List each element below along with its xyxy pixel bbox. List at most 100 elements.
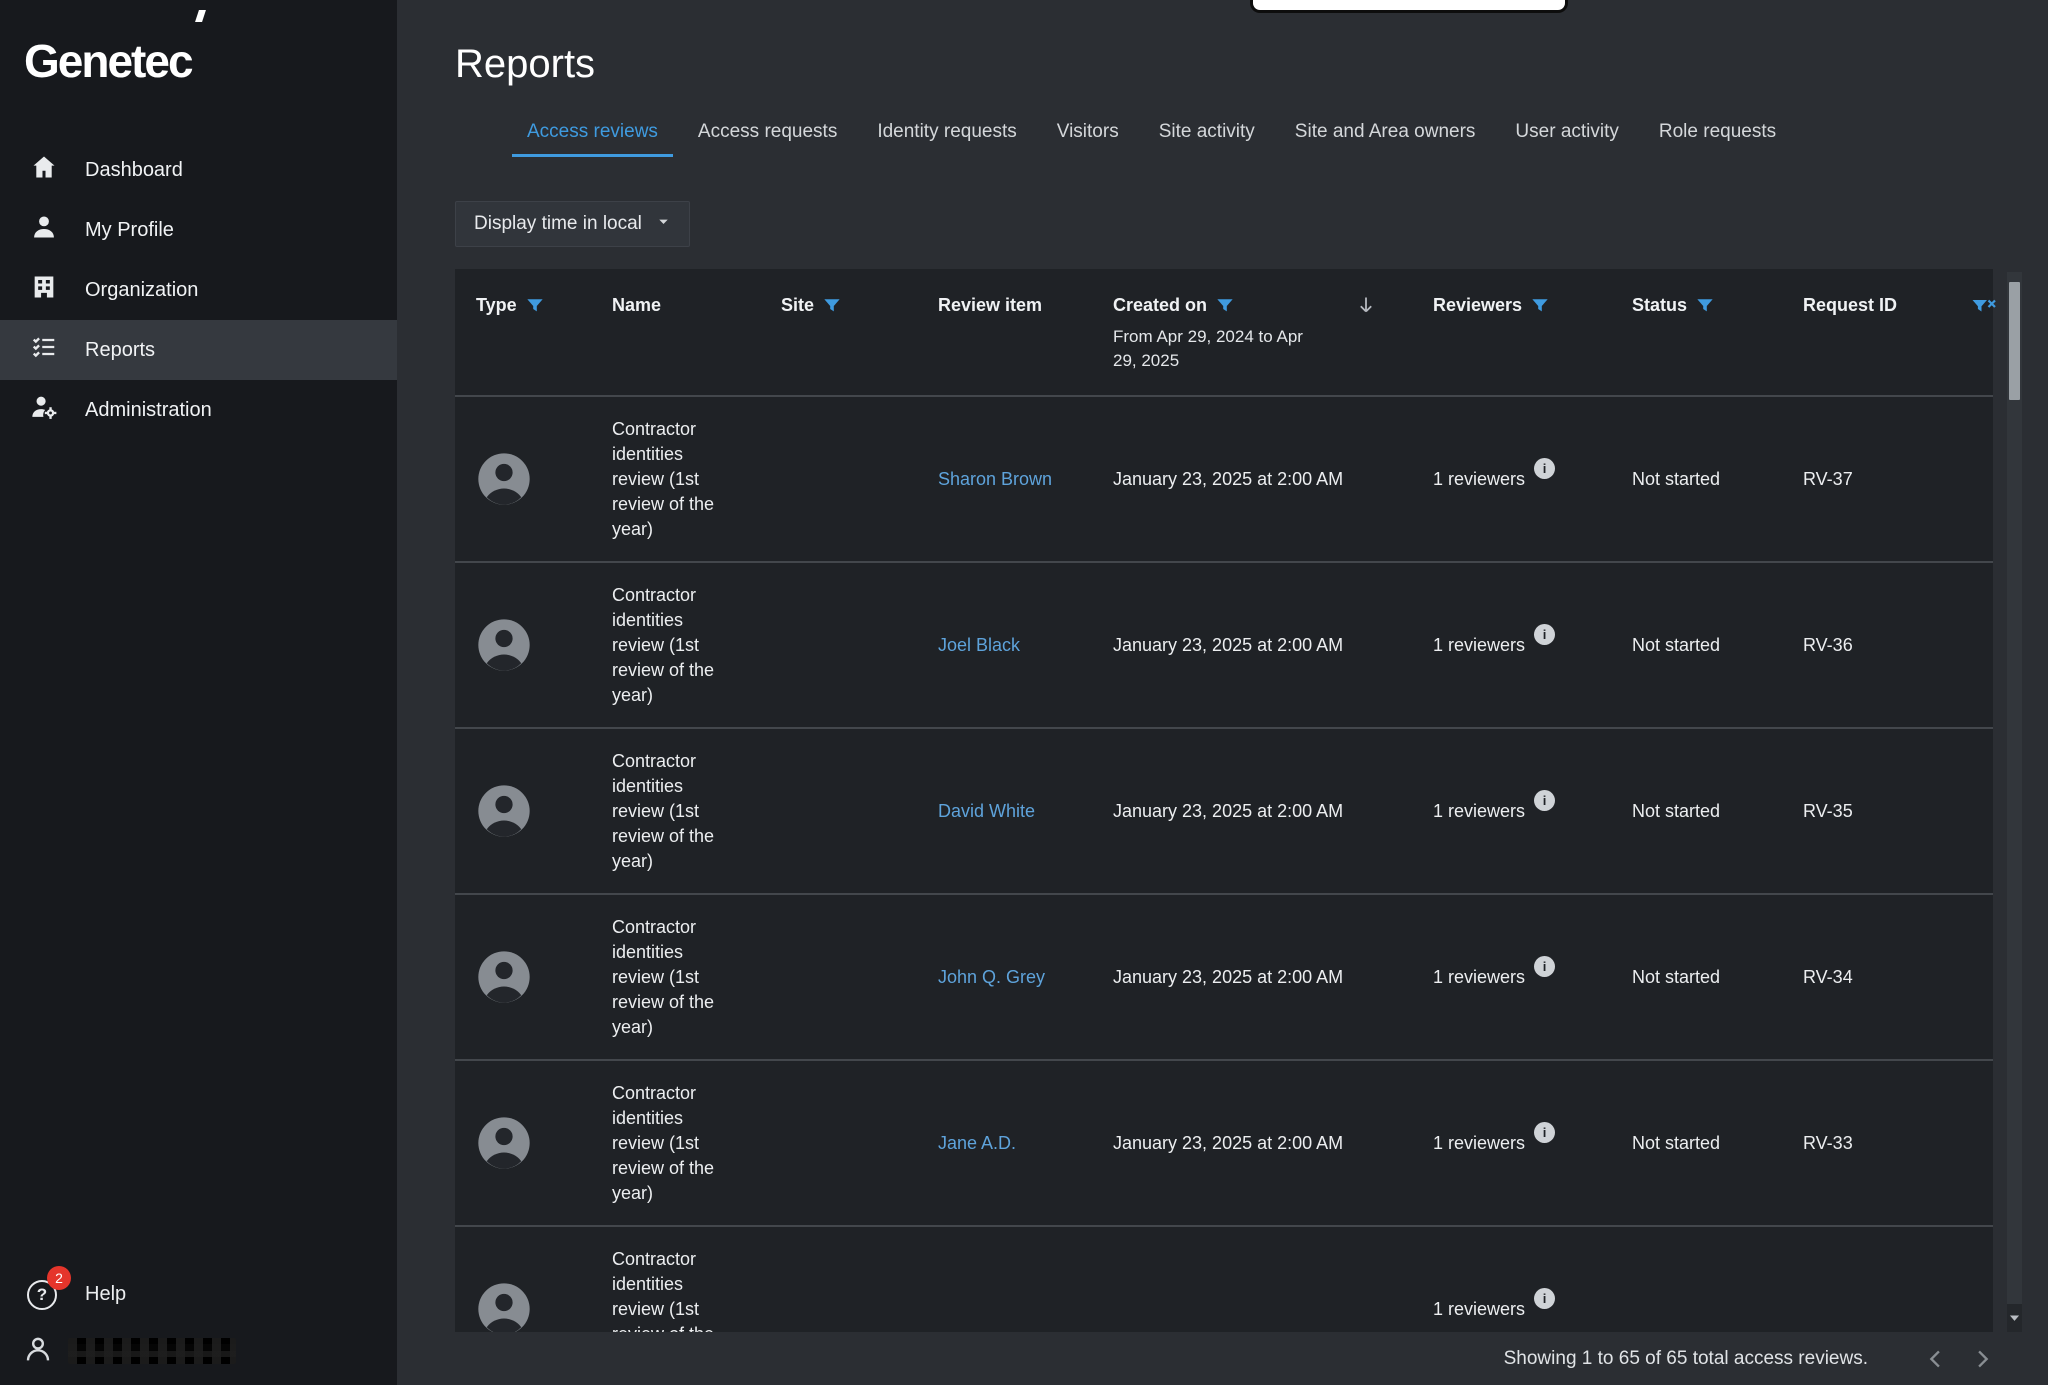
request-id-cell: RV-35	[1782, 801, 1950, 822]
row-type-cell	[455, 949, 591, 1005]
status-cell: Not started	[1611, 469, 1782, 490]
created-on-cell: January 23, 2025 at 2:00 AM	[1092, 635, 1412, 656]
pagination-prev-button[interactable]	[1922, 1345, 1950, 1373]
table-row[interactable]: Contractor identities review (1st review…	[455, 1059, 1993, 1225]
info-icon[interactable]: i	[1534, 458, 1555, 479]
column-header-created-on: Created on From Apr 29, 2024 to Apr 29, …	[1092, 295, 1412, 395]
tab-role-requests[interactable]: Role requests	[1642, 111, 1793, 157]
table-body: Contractor identities review (1st review…	[455, 395, 1993, 1385]
access-reviews-table: Type Name Site Review item	[455, 269, 1993, 1385]
user-account-button[interactable]	[0, 1325, 397, 1385]
display-time-dropdown[interactable]: Display time in local	[455, 201, 690, 247]
genetec-logo: Genetec	[0, 0, 192, 88]
identity-avatar-icon	[476, 1281, 532, 1337]
column-header-request-id: Request ID	[1782, 295, 1950, 395]
review-item-link[interactable]: Sharon Brown	[938, 469, 1052, 489]
info-icon[interactable]: i	[1534, 1122, 1555, 1143]
status-cell: Not started	[1611, 635, 1782, 656]
info-icon[interactable]: i	[1534, 1288, 1555, 1309]
main-content: Reports Access reviews Access requests I…	[397, 0, 2048, 1385]
review-item-link[interactable]: John Q. Grey	[938, 967, 1045, 987]
request-id-cell: RV-34	[1782, 967, 1950, 988]
review-item-cell: Jane A.D.	[917, 1133, 1092, 1154]
column-header-type: Type	[455, 295, 591, 395]
identity-avatar-icon	[476, 617, 532, 673]
filter-icon-created-on[interactable]	[1216, 297, 1234, 315]
clear-filters-icon[interactable]	[1971, 297, 1997, 319]
review-item-cell: John Q. Grey	[917, 967, 1092, 988]
column-header-name: Name	[591, 295, 760, 395]
tab-site-activity[interactable]: Site activity	[1142, 111, 1272, 157]
review-item-link[interactable]: Jane A.D.	[938, 1133, 1016, 1153]
created-on-cell: January 23, 2025 at 2:00 AM	[1092, 469, 1412, 490]
column-header-site: Site	[760, 295, 917, 395]
table-row[interactable]: Contractor identities review (1st review…	[455, 561, 1993, 727]
column-header-status: Status	[1611, 295, 1782, 395]
scrollbar-down-button[interactable]	[2007, 1304, 2022, 1332]
page-title: Reports	[455, 42, 2048, 87]
reviewers-count: 1 reviewers	[1433, 635, 1525, 656]
status-cell: Not started	[1611, 1133, 1782, 1154]
request-id-cell: RV-33	[1782, 1133, 1950, 1154]
reviewers-cell: 1 reviewers i	[1412, 635, 1611, 656]
created-on-cell: January 23, 2025 at 2:00 AM	[1092, 1133, 1412, 1154]
row-type-cell	[455, 783, 591, 839]
table-row[interactable]: Contractor identities review (1st review…	[455, 893, 1993, 1059]
user-avatar-icon	[22, 1333, 54, 1370]
tab-user-activity[interactable]: User activity	[1498, 111, 1635, 157]
review-name: Contractor identities review (1st review…	[591, 749, 760, 874]
sidebar-item-my-profile[interactable]: My Profile	[0, 200, 397, 260]
review-item-cell: Joel Black	[917, 635, 1092, 656]
filter-icon-status[interactable]	[1696, 297, 1714, 315]
sidebar-spacer	[0, 440, 397, 1263]
tab-visitors[interactable]: Visitors	[1040, 111, 1136, 157]
reviewers-count: 1 reviewers	[1433, 1299, 1525, 1320]
status-cell: Not started	[1611, 801, 1782, 822]
request-id-cell: RV-37	[1782, 469, 1950, 490]
reviewers-count: 1 reviewers	[1433, 1133, 1525, 1154]
home-icon	[30, 153, 58, 187]
info-icon[interactable]: i	[1534, 956, 1555, 977]
tab-site-and-area-owners[interactable]: Site and Area owners	[1278, 111, 1493, 157]
identity-avatar-icon	[476, 949, 532, 1005]
sidebar-item-label: Organization	[85, 279, 198, 302]
help-icon: ? 2	[27, 1278, 59, 1310]
person-icon	[30, 213, 58, 247]
reviewers-count: 1 reviewers	[1433, 469, 1525, 490]
sidebar-item-label: Reports	[85, 339, 155, 362]
filter-icon-site[interactable]	[823, 297, 841, 315]
results-summary: Showing 1 to 65 of 65 total access revie…	[1504, 1348, 1868, 1370]
tab-bar: Access reviews Access requests Identity …	[510, 111, 2048, 157]
review-name: Contractor identities review (1st review…	[591, 915, 760, 1040]
column-header-reviewers: Reviewers	[1412, 295, 1611, 395]
filter-icon-type[interactable]	[526, 297, 544, 315]
filter-icon-reviewers[interactable]	[1531, 297, 1549, 315]
sidebar-item-organization[interactable]: Organization	[0, 260, 397, 320]
sidebar-item-reports[interactable]: Reports	[0, 320, 397, 380]
info-icon[interactable]: i	[1534, 624, 1555, 645]
reviewers-cell: 1 reviewers i	[1412, 469, 1611, 490]
tab-access-requests[interactable]: Access requests	[681, 111, 854, 157]
table-row[interactable]: Contractor identities review (1st review…	[455, 727, 1993, 893]
tab-identity-requests[interactable]: Identity requests	[860, 111, 1033, 157]
sidebar-item-dashboard[interactable]: Dashboard	[0, 140, 397, 200]
table-row[interactable]: Contractor identities review (1st review…	[455, 395, 1993, 561]
administration-person-gear-icon	[30, 393, 58, 427]
review-item-link[interactable]: David White	[938, 801, 1035, 821]
review-name: Contractor identities review (1st review…	[591, 1081, 760, 1206]
help-button[interactable]: ? 2 Help	[0, 1263, 397, 1325]
created-on-cell: January 23, 2025 at 2:00 AM	[1092, 801, 1412, 822]
scrollbar-thumb[interactable]	[2009, 282, 2020, 400]
pagination-next-button[interactable]	[1968, 1345, 1996, 1373]
review-item-link[interactable]: Joel Black	[938, 635, 1020, 655]
vertical-scrollbar[interactable]	[2007, 272, 2022, 1332]
review-item-cell: Sharon Brown	[917, 469, 1092, 490]
sort-descending-icon[interactable]	[1354, 293, 1378, 317]
reviewers-count: 1 reviewers	[1433, 967, 1525, 988]
sidebar-item-administration[interactable]: Administration	[0, 380, 397, 440]
column-header-review-item: Review item	[917, 295, 1092, 395]
info-icon[interactable]: i	[1534, 790, 1555, 811]
identity-avatar-icon	[476, 783, 532, 839]
app-window: Genetec Dashboard My Profile Organizatio…	[0, 0, 2048, 1385]
tab-access-reviews[interactable]: Access reviews	[510, 111, 675, 157]
